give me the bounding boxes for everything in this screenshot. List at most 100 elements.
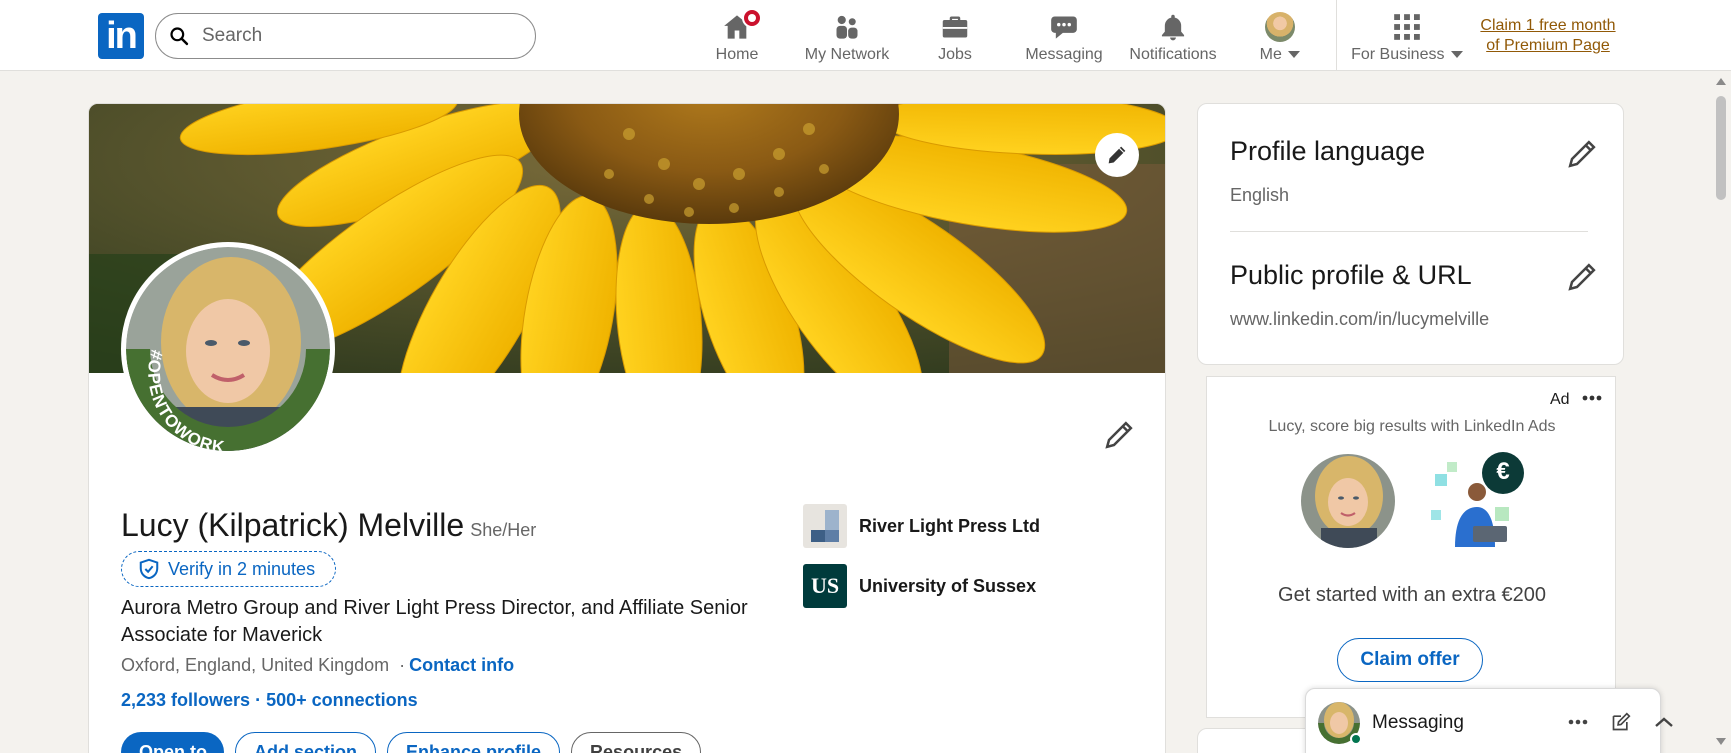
avatar (1265, 12, 1295, 42)
location-row: Oxford, England, United Kingdom · Contac… (121, 655, 514, 676)
nav-notifications-label: Notifications (1129, 46, 1217, 63)
pencil-icon (1105, 421, 1133, 449)
top-nav: in Home My Network Jobs Messaging (0, 0, 1731, 71)
caret-down-icon (1450, 51, 1463, 58)
scroll-down-arrow-icon[interactable] (1716, 738, 1726, 745)
chat-bubble-icon (1049, 11, 1079, 43)
euro-icon: € (1496, 458, 1510, 485)
search-input[interactable] (202, 25, 502, 47)
scrollbar[interactable] (1711, 71, 1731, 753)
name-row: Lucy (Kilpatrick) Melville She/Her (121, 507, 536, 544)
compose-icon[interactable] (1606, 707, 1636, 737)
notification-badge (742, 8, 762, 28)
nav-my-network[interactable]: My Network (800, 8, 894, 64)
divider (1230, 231, 1588, 232)
chevron-up-icon[interactable] (1649, 707, 1679, 737)
search-icon (156, 26, 202, 46)
pencil-icon (1108, 146, 1126, 164)
nav-me[interactable]: Me (1252, 8, 1308, 64)
nav-home[interactable]: Home (713, 8, 762, 64)
public-profile-url-title: Public profile & URL (1230, 260, 1472, 290)
verify-label: Verify in 2 minutes (168, 558, 316, 579)
scroll-up-arrow-icon[interactable] (1716, 78, 1726, 85)
org-name: River Light Press Ltd (859, 515, 1041, 536)
ad-label: Ad (1550, 391, 1570, 408)
home-icon (722, 8, 762, 43)
more-options-icon[interactable] (1579, 387, 1605, 409)
nav-divider (1336, 0, 1337, 70)
edit-intro-button[interactable] (1094, 410, 1144, 460)
nav-messaging[interactable]: Messaging (1024, 8, 1104, 64)
profile-pronouns: She/Her (470, 520, 537, 540)
nav-jobs-label: Jobs (938, 46, 972, 63)
nav-notifications[interactable]: Notifications (1125, 8, 1221, 64)
profile-actions: Open to Add section Enhance profile Reso… (121, 732, 702, 753)
connections-link[interactable]: 500+ connections (266, 690, 418, 710)
add-section-button[interactable]: Add section (235, 732, 377, 753)
university-of-sussex-logo: US (803, 564, 847, 608)
resources-label: Resources (590, 741, 683, 753)
enhance-profile-label: Enhance profile (406, 741, 542, 753)
profile-location: Oxford, England, United Kingdom (121, 655, 390, 675)
bell-icon (1158, 11, 1188, 43)
ad-illustration: € (1425, 452, 1525, 552)
search-box[interactable] (155, 13, 536, 59)
premium-promo-link[interactable]: Claim 1 free month of Premium Page (1474, 16, 1622, 56)
public-profile-url-value: www.linkedin.com/in/lucymelville (1230, 309, 1490, 329)
org-name: University of Sussex (859, 575, 1037, 596)
profile-language-title: Profile language (1230, 136, 1426, 166)
scroll-thumb[interactable] (1716, 96, 1726, 200)
stats-row: 2,233 followers · 500+ connections (121, 690, 418, 711)
shield-check-icon (139, 558, 159, 580)
claim-offer-button[interactable]: Claim offer (1337, 638, 1483, 682)
profile-photo[interactable]: #OPENTOWORK (121, 242, 335, 456)
org-university-of-sussex[interactable]: US University of Sussex (803, 564, 1036, 608)
nav-messaging-label: Messaging (1025, 46, 1103, 63)
public-profile-url-section: Public profile & URL www.linkedin.com/in… (1230, 260, 1590, 330)
enhance-profile-button[interactable]: Enhance profile (387, 732, 561, 753)
edit-public-url-button[interactable] (1564, 259, 1600, 295)
verify-button[interactable]: Verify in 2 minutes (121, 551, 337, 587)
nav-for-business[interactable]: For Business (1351, 8, 1463, 64)
contact-info-link[interactable]: Contact info (409, 655, 514, 676)
stats-separator: · (250, 690, 267, 710)
premium-promo-line2: of Premium Page (1486, 37, 1610, 54)
nav-me-label: Me (1259, 46, 1282, 63)
grid-apps-icon (1393, 11, 1421, 43)
nav-for-business-label: For Business (1351, 46, 1445, 63)
ad-offer-text: Get started with an extra €200 (1278, 584, 1546, 606)
profile-language-value: English (1230, 185, 1290, 205)
online-status-dot (1350, 733, 1362, 745)
messaging-title: Messaging (1372, 712, 1464, 733)
ad-card: Ad Lucy, score big results with LinkedIn… (1206, 376, 1616, 718)
caret-down-icon (1288, 51, 1301, 58)
avatar (1301, 454, 1395, 548)
profile-settings-card: Profile language English Public profile … (1197, 103, 1624, 365)
nav-jobs[interactable]: Jobs (935, 8, 975, 64)
separator-dot: · (399, 655, 406, 675)
open-to-button[interactable]: Open to (121, 732, 224, 753)
add-section-label: Add section (254, 741, 358, 753)
people-icon (832, 11, 862, 43)
profile-name: Lucy (Kilpatrick) Melville (121, 507, 465, 543)
pencil-icon (1568, 263, 1596, 291)
nav-home-label: Home (715, 46, 759, 63)
more-options-icon[interactable] (1563, 707, 1593, 737)
ad-text: Lucy, score big results with LinkedIn Ad… (1268, 418, 1556, 435)
linkedin-logo-icon[interactable]: in (98, 13, 144, 59)
org-river-light-press[interactable]: River Light Press Ltd (803, 504, 1040, 548)
open-to-label: Open to (139, 741, 207, 753)
profile-headline: Aurora Metro Group and River Light Press… (121, 597, 748, 646)
river-light-press-logo (803, 504, 847, 548)
messaging-dock[interactable]: Messaging (1305, 688, 1673, 753)
pencil-icon (1568, 140, 1596, 168)
edit-language-button[interactable] (1564, 136, 1600, 172)
resources-button[interactable]: Resources (571, 732, 702, 753)
premium-promo-line1: Claim 1 free month (1480, 17, 1616, 34)
followers-link[interactable]: 2,233 followers (121, 690, 250, 710)
nav-my-network-label: My Network (804, 46, 890, 63)
claim-offer-label: Claim offer (1360, 649, 1460, 670)
edit-cover-button[interactable] (1095, 133, 1139, 177)
profile-language-section: Profile language English (1230, 136, 1590, 206)
briefcase-icon (940, 11, 970, 43)
